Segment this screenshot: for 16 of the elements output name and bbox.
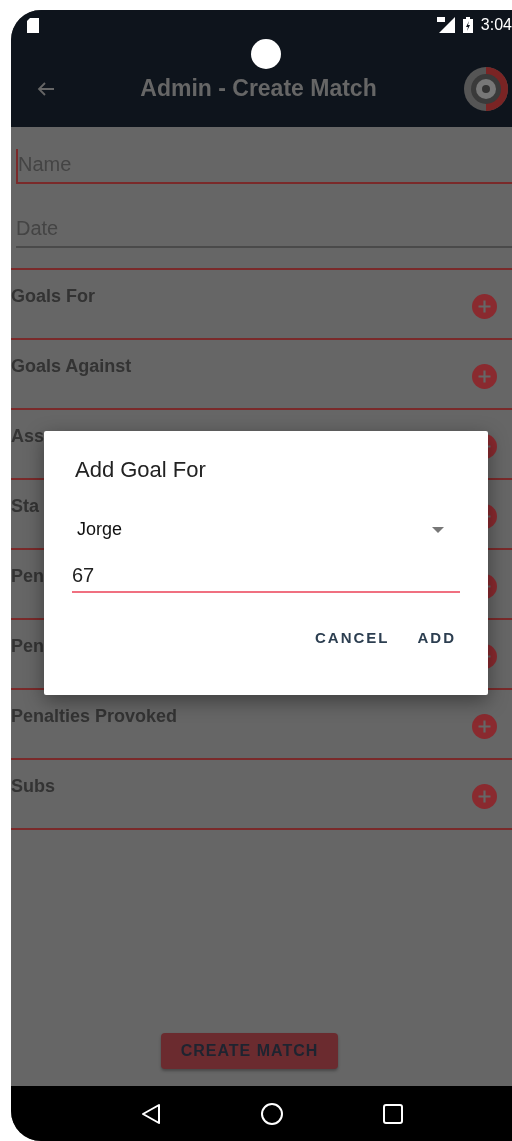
dialog-button[interactable]: ADD xyxy=(409,623,464,652)
dialog-title: Add Goal For xyxy=(75,457,207,483)
screen-title: Admin - Create Match xyxy=(139,75,378,102)
home-icon[interactable] xyxy=(259,1101,284,1126)
ball-logo-icon xyxy=(462,64,510,113)
dialog-button[interactable]: CANCEL xyxy=(307,623,398,652)
clock-time: 3:04 xyxy=(480,16,512,34)
battery-icon xyxy=(462,17,473,33)
recents-icon[interactable] xyxy=(382,1103,403,1124)
signal-icon xyxy=(436,17,455,33)
camera-cutout-icon xyxy=(251,39,281,69)
sd-card-icon xyxy=(27,17,39,33)
player-dropdown[interactable]: Jorge xyxy=(72,519,460,540)
back-icon[interactable] xyxy=(140,1102,161,1125)
back-arrow-icon[interactable] xyxy=(37,80,55,97)
caret-icon xyxy=(432,526,444,533)
